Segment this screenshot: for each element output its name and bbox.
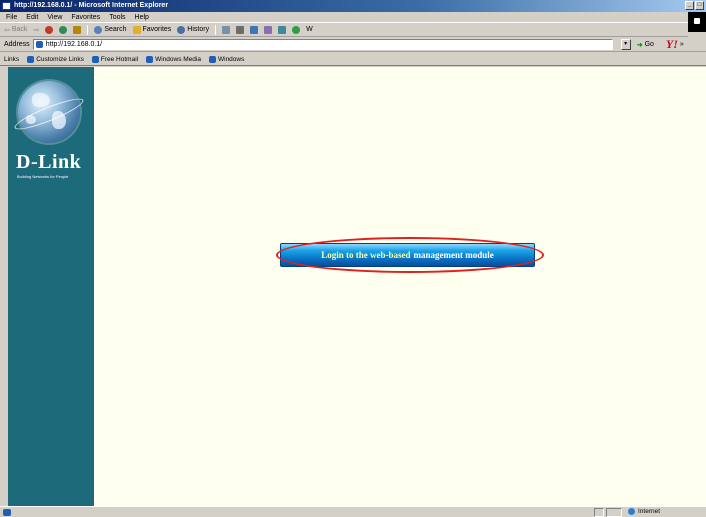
yahoo-logo[interactable]: Y!	[666, 37, 678, 52]
stop-button[interactable]	[45, 25, 54, 34]
forward-button[interactable]: ⇨	[33, 26, 39, 34]
research-icon	[278, 25, 287, 34]
ie-page-icon	[27, 55, 35, 63]
history-button[interactable]: History	[177, 25, 210, 34]
menu-file[interactable]: File	[6, 14, 17, 21]
go-button[interactable]: ➜ Go	[637, 41, 654, 49]
extra-label: W	[306, 26, 313, 33]
back-button[interactable]: ⇦ Back	[4, 26, 27, 34]
stop-icon	[45, 25, 54, 34]
menu-favorites[interactable]: Favorites	[71, 14, 100, 21]
address-bar: Address http://192.168.0.1/ ▾ ➜ Go Y! »	[0, 37, 706, 52]
dlink-tagline: Building Networks for People	[17, 174, 69, 179]
status-panel	[594, 508, 604, 517]
menu-view[interactable]: View	[47, 14, 62, 21]
status-bar: Internet	[0, 506, 706, 517]
link-label: Windows	[217, 55, 245, 63]
edit-button[interactable]	[250, 25, 259, 34]
login-management-button[interactable]: Login to the web-based management module	[280, 243, 535, 267]
messenger-icon	[292, 25, 301, 34]
address-label: Address	[4, 41, 30, 48]
link-label: Customize Links	[36, 55, 84, 63]
window-controls: _ □	[685, 1, 704, 10]
search-label: Search	[104, 26, 127, 33]
refresh-icon	[59, 25, 68, 34]
home-button[interactable]	[73, 25, 82, 34]
zone-label: Internet	[638, 508, 661, 515]
toolbar-overflow-icon[interactable]: »	[680, 41, 684, 48]
ie-page-icon	[91, 55, 99, 63]
windows-logo-throbber-icon	[688, 12, 706, 32]
ie-page-icon	[208, 55, 216, 63]
go-label: Go	[644, 41, 654, 48]
history-label: History	[187, 26, 210, 33]
link-label: Windows Media	[155, 55, 201, 63]
minimize-button[interactable]: _	[685, 1, 694, 10]
globe-continent	[32, 93, 50, 107]
research-button[interactable]	[278, 25, 287, 34]
print-button[interactable]	[236, 25, 245, 34]
menu-edit[interactable]: Edit	[26, 14, 38, 21]
toolbar-separator	[215, 24, 217, 35]
window-title-bar: http://192.168.0.1/ - Microsoft Internet…	[0, 0, 706, 12]
favorites-icon	[132, 25, 141, 34]
page-viewport: D-Link Building Networks for People Logi…	[8, 67, 706, 506]
link-windows[interactable]: Windows	[208, 55, 245, 63]
discuss-icon	[264, 25, 273, 34]
address-dropdown-button[interactable]: ▾	[620, 39, 631, 50]
link-free-hotmail[interactable]: Free Hotmail	[91, 55, 139, 63]
security-zone: Internet	[628, 508, 660, 515]
search-icon	[94, 25, 103, 34]
dlink-brand: D-Link	[16, 151, 82, 173]
globe-logo-icon	[12, 81, 86, 143]
menu-tools[interactable]: Tools	[109, 14, 125, 21]
maximize-button[interactable]: □	[695, 1, 704, 10]
login-label-part-b: management module	[413, 250, 494, 260]
ie-app-icon	[2, 2, 11, 10]
favorites-button[interactable]: Favorites	[132, 25, 172, 34]
back-arrow-icon: ⇦	[4, 26, 10, 34]
standard-toolbar: ⇦ Back ⇨ Search Favorites History W	[0, 23, 688, 37]
status-panel	[606, 508, 622, 517]
go-arrow-icon: ➜	[636, 41, 643, 49]
menu-help[interactable]: Help	[135, 14, 149, 21]
internet-zone-icon	[628, 508, 635, 515]
back-label: Back	[11, 26, 28, 33]
mail-button[interactable]	[222, 25, 231, 34]
link-label: Free Hotmail	[100, 55, 139, 63]
address-input[interactable]: http://192.168.0.1/	[32, 39, 613, 50]
dlink-sidebar: D-Link Building Networks for People	[8, 67, 94, 506]
links-label: Links	[4, 55, 20, 63]
history-icon	[177, 25, 186, 34]
links-bar: Links Customize Links Free Hotmail Windo…	[0, 53, 706, 66]
messenger-button[interactable]	[292, 25, 301, 34]
search-button[interactable]: Search	[94, 25, 127, 34]
ie-page-icon	[146, 55, 154, 63]
toolbar-separator	[87, 24, 89, 35]
link-customize-links[interactable]: Customize Links	[27, 55, 84, 63]
link-windows-media[interactable]: Windows Media	[146, 55, 201, 63]
window-title: http://192.168.0.1/ - Microsoft Internet…	[14, 2, 169, 9]
ie-status-icon	[3, 508, 11, 516]
mail-icon	[222, 25, 231, 34]
forward-arrow-icon: ⇨	[33, 26, 40, 34]
menu-bar: File Edit View Favorites Tools Help	[0, 12, 706, 23]
discuss-button[interactable]	[264, 25, 273, 34]
home-icon	[73, 25, 82, 34]
login-label-part-a: Login to the web-based	[321, 250, 411, 260]
address-url: http://192.168.0.1/	[45, 41, 103, 48]
refresh-button[interactable]	[59, 25, 68, 34]
print-icon	[236, 25, 245, 34]
favorites-label: Favorites	[142, 26, 172, 33]
extra-toolbar-button[interactable]: W	[306, 26, 313, 33]
page-icon	[35, 41, 43, 48]
edit-icon	[250, 25, 259, 34]
